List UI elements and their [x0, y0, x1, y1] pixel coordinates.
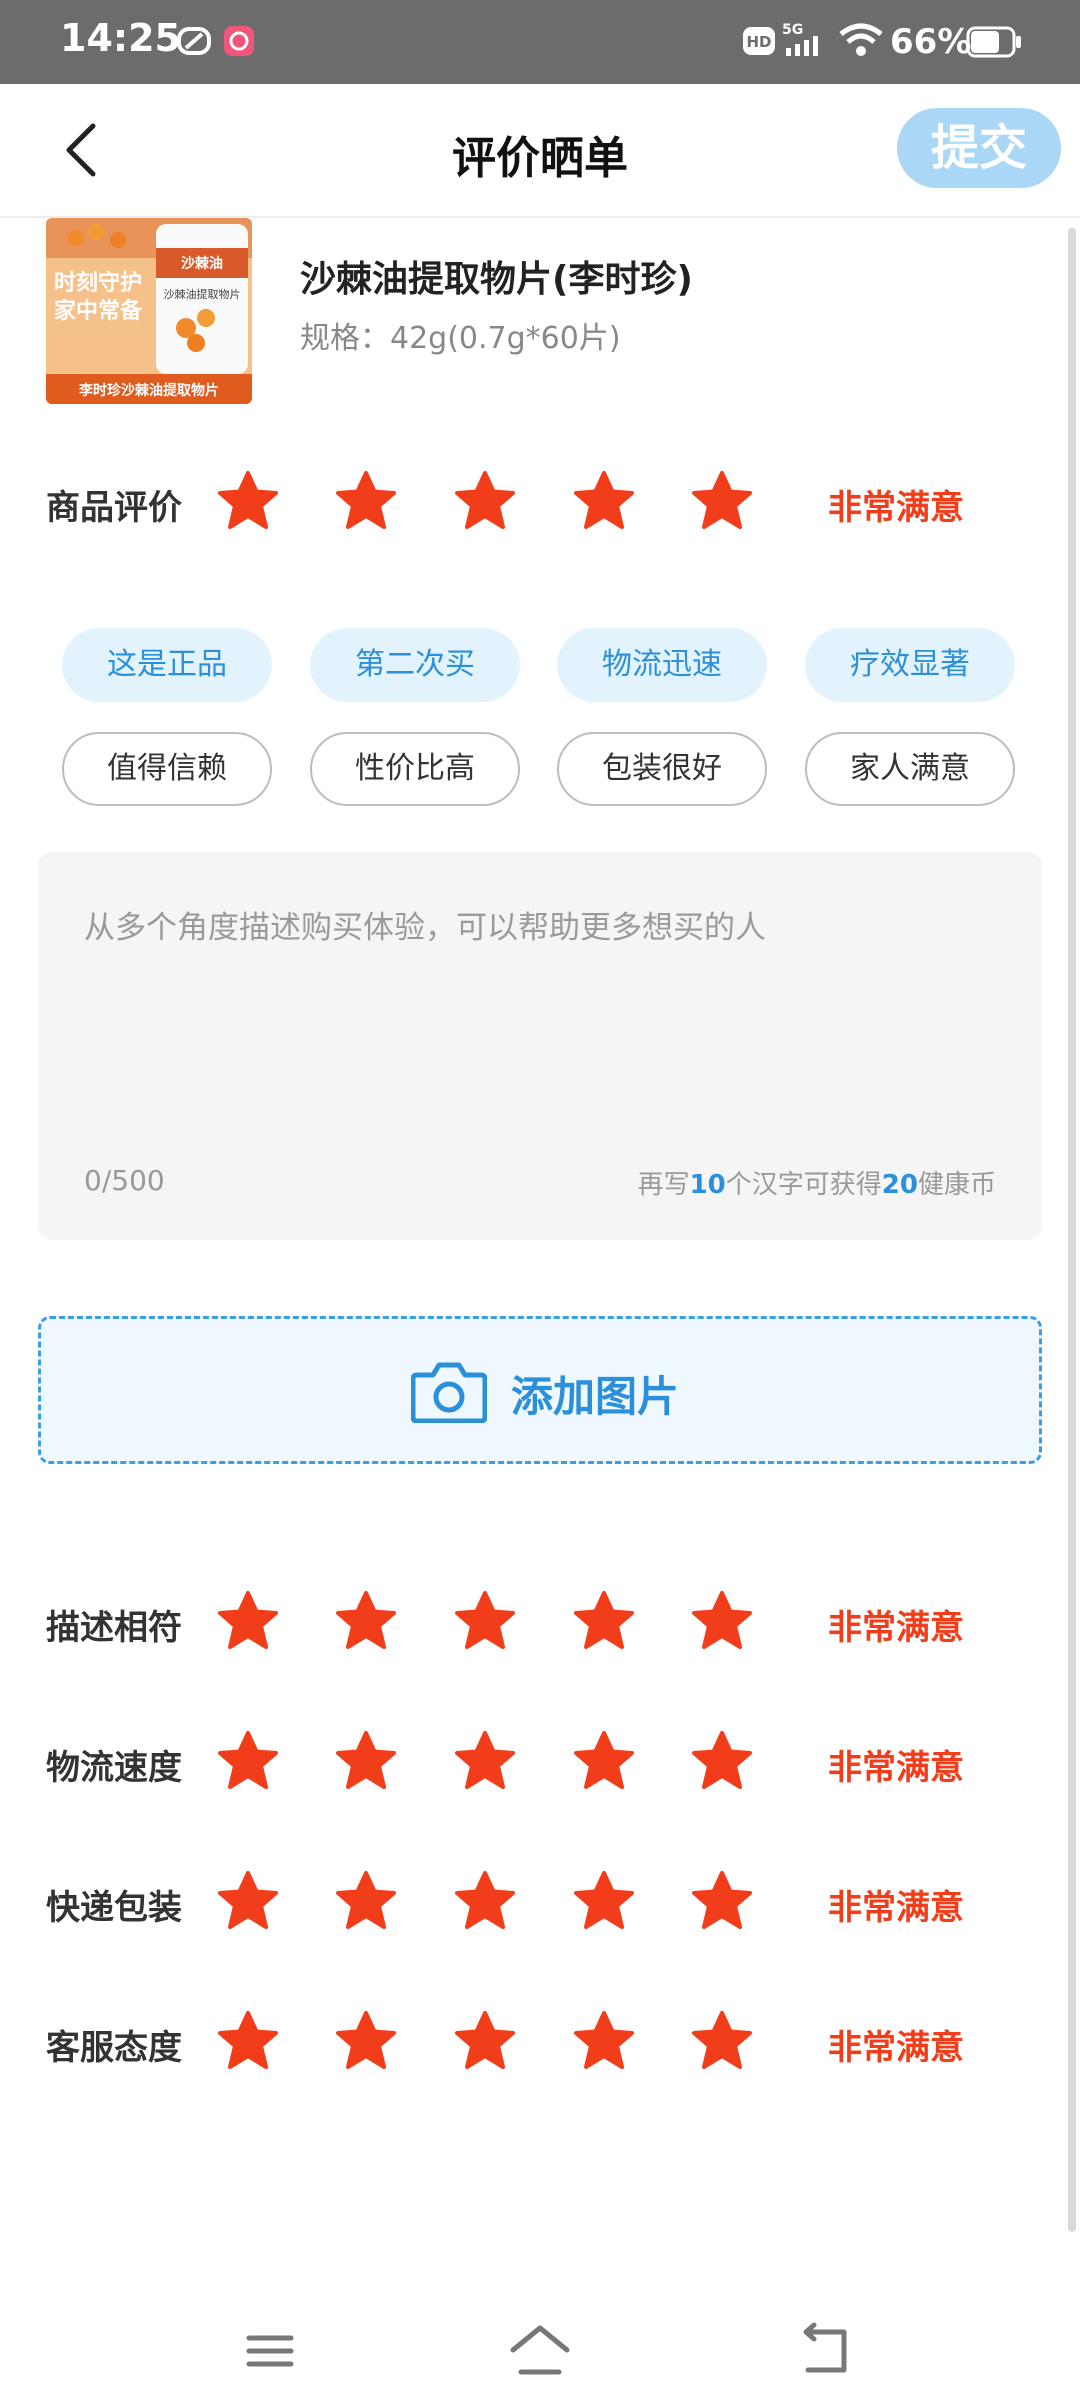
home-icon[interactable]: [505, 2316, 575, 2386]
detail-rating-4-star-1-icon[interactable]: [217, 2010, 279, 2072]
detail-rating-label: 描述相符: [46, 1608, 182, 1648]
detail-rating-2-star-3-icon[interactable]: [454, 1730, 516, 1792]
svg-text:沙棘油提取物片: 沙棘油提取物片: [164, 287, 241, 301]
tag-chip[interactable]: 包装很好: [557, 732, 767, 806]
main-rating-label: 商品评价: [46, 488, 182, 528]
detail-rating-3-star-2-icon[interactable]: [335, 1870, 397, 1932]
char-counter: 0/500: [84, 1164, 165, 1197]
svg-text:5G: 5G: [782, 22, 803, 38]
detail-rating-1-star-3-icon[interactable]: [454, 1590, 516, 1652]
tag-chip[interactable]: 家人满意: [805, 732, 1015, 806]
submit-button[interactable]: 提交: [897, 108, 1061, 188]
detail-rating-2-star-5-icon[interactable]: [691, 1730, 753, 1792]
add-image-label: 添加图片: [511, 1372, 680, 1421]
comment-input[interactable]: 从多个角度描述购买体验，可以帮助更多想买的人 0/500 再写10个汉字可获得2…: [38, 852, 1042, 1240]
svg-text:HD: HD: [746, 33, 771, 51]
app-header: 评价晒单 提交: [0, 84, 1080, 218]
svg-text:家中常备: 家中常备: [54, 298, 143, 324]
detail-rating-1-star-2-icon[interactable]: [335, 1590, 397, 1652]
main-rating-star-3-icon[interactable]: [454, 470, 516, 532]
detail-rating-2-star-1-icon[interactable]: [217, 1730, 279, 1792]
detail-rating-1-star-1-icon[interactable]: [217, 1590, 279, 1652]
detail-rating-label: 快递包装: [46, 1888, 182, 1928]
detail-rating-4-star-2-icon[interactable]: [335, 2010, 397, 2072]
tag-chip[interactable]: 值得信赖: [62, 732, 272, 806]
menu-icon[interactable]: [235, 2316, 305, 2386]
detail-rating-4-star-4-icon[interactable]: [573, 2010, 635, 2072]
main-rating-star-2-icon[interactable]: [335, 470, 397, 532]
detail-rating-3-star-3-icon[interactable]: [454, 1870, 516, 1932]
product-image: 时刻守护 家中常备 沙棘油 沙棘油提取物片 李时珍沙棘油提取物片: [46, 218, 252, 404]
detail-rating-2-star-2-icon[interactable]: [335, 1730, 397, 1792]
camera-icon: [411, 1362, 487, 1423]
svg-text:李时珍沙棘油提取物片: 李时珍沙棘油提取物片: [78, 382, 219, 399]
detail-rating-text: 非常满意: [828, 1748, 964, 1788]
add-image-button[interactable]: 添加图片: [38, 1316, 1042, 1464]
svg-text:时刻守护: 时刻守护: [54, 270, 142, 296]
svg-text:沙棘油: 沙棘油: [181, 255, 223, 272]
tag-chip[interactable]: 物流迅速: [557, 628, 767, 702]
reward-hint: 再写10个汉字可获得20健康币: [637, 1170, 996, 1200]
detail-rating-label: 客服态度: [46, 2028, 182, 2068]
detail-rating-1-star-5-icon[interactable]: [691, 1590, 753, 1652]
back-nav-icon[interactable]: [790, 2316, 860, 2386]
main-rating-star-5-icon[interactable]: [691, 470, 753, 532]
detail-rating-text: 非常满意: [828, 2028, 964, 2068]
app-notification-icon: [177, 27, 211, 55]
status-time: 14:25: [60, 16, 181, 60]
detail-rating-4-star-5-icon[interactable]: [691, 2010, 753, 2072]
detail-rating-3-star-1-icon[interactable]: [217, 1870, 279, 1932]
signal-5g-icon: 5G: [782, 22, 818, 56]
detail-rating-1-star-4-icon[interactable]: [573, 1590, 635, 1652]
detail-rating-3-star-4-icon[interactable]: [573, 1870, 635, 1932]
detail-rating-2-star-4-icon[interactable]: [573, 1730, 635, 1792]
tag-chip[interactable]: 第二次买: [310, 628, 520, 702]
battery-icon: [966, 26, 1021, 58]
tag-chip[interactable]: 这是正品: [62, 628, 272, 702]
status-bar: 14:25 HD 5G 66%: [0, 0, 1080, 84]
comment-placeholder: 从多个角度描述购买体验，可以帮助更多想买的人: [84, 910, 766, 946]
tag-chip[interactable]: 疗效显著: [805, 628, 1015, 702]
heart-app-icon: [224, 26, 254, 56]
main-rating-star-1-icon[interactable]: [217, 470, 279, 532]
wifi-icon: [839, 23, 883, 56]
product-name: 沙棘油提取物片(李时珍): [300, 259, 693, 300]
system-nav-bar: [0, 2290, 1080, 2408]
main-rating-star-4-icon[interactable]: [573, 470, 635, 532]
detail-rating-label: 物流速度: [46, 1748, 182, 1788]
battery-percent: 66%: [890, 22, 972, 62]
hd-icon: HD: [743, 27, 775, 55]
scrollbar[interactable]: [1068, 228, 1076, 2232]
detail-rating-4-star-3-icon[interactable]: [454, 2010, 516, 2072]
detail-rating-text: 非常满意: [828, 1608, 964, 1648]
detail-rating-3-star-5-icon[interactable]: [691, 1870, 753, 1932]
tag-chip[interactable]: 性价比高: [310, 732, 520, 806]
product-spec: 规格：42g(0.7g*60片): [300, 321, 621, 356]
detail-rating-text: 非常满意: [828, 1888, 964, 1928]
main-rating-text: 非常满意: [828, 488, 964, 528]
